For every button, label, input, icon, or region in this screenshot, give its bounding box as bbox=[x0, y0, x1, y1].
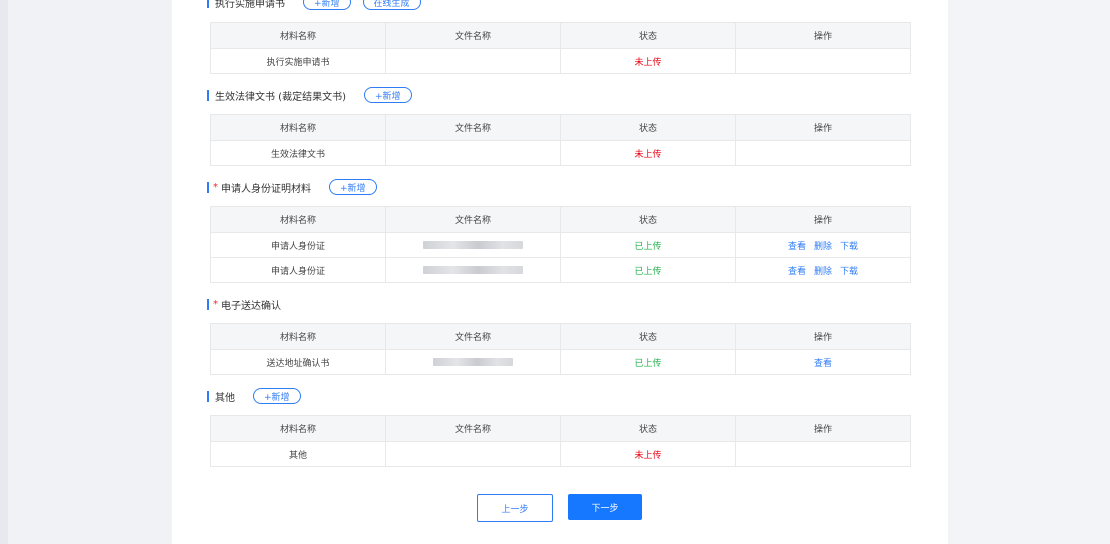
material-name: 生效法律文书 bbox=[210, 140, 386, 166]
section-marker bbox=[207, 181, 209, 193]
view-link[interactable]: 查看 bbox=[814, 359, 832, 369]
view-link[interactable]: 查看 bbox=[788, 242, 806, 252]
table-header-row: 材料名称 文件名称 状态 操作 bbox=[210, 206, 911, 233]
table-row: 生效法律文书 未上传 bbox=[210, 140, 911, 166]
header-actions: 操作 bbox=[735, 415, 911, 442]
actions-cell: 查看 删除 下载 bbox=[735, 257, 911, 283]
header-material-name: 材料名称 bbox=[210, 206, 386, 233]
section-header-applicant-id: * 申请人身份证明材料 +新增 bbox=[207, 178, 377, 196]
section-title: 执行实施申请书 bbox=[215, 0, 285, 10]
left-gutter bbox=[0, 0, 8, 544]
material-name: 执行实施申请书 bbox=[210, 48, 386, 74]
right-panel bbox=[948, 0, 1110, 544]
material-name: 送达地址确认书 bbox=[210, 349, 386, 375]
section-marker bbox=[207, 298, 209, 310]
table-row: 申请人身份证 已上传 查看 删除 下载 bbox=[210, 232, 911, 258]
actions-cell: 查看 bbox=[735, 349, 911, 375]
view-link[interactable]: 查看 bbox=[788, 267, 806, 277]
status-cell: 已上传 bbox=[560, 349, 736, 375]
section-title: 生效法律文书 (裁定结果文书) bbox=[215, 91, 346, 103]
applicant-id-table: 材料名称 文件名称 状态 操作 申请人身份证 已上传 查看 删除 下载 申请人身份证… bbox=[210, 206, 911, 283]
add-legal-document-button[interactable]: +新增 bbox=[363, 87, 412, 103]
redacted-filename bbox=[423, 240, 523, 249]
redacted-filename bbox=[423, 265, 523, 274]
status-cell: 未上传 bbox=[560, 441, 736, 467]
status-cell: 已上传 bbox=[560, 232, 736, 258]
section-title: 其他 bbox=[215, 392, 235, 404]
legal-document-table: 材料名称 文件名称 状态 操作 生效法律文书 未上传 bbox=[210, 114, 911, 166]
section-marker bbox=[207, 390, 209, 402]
required-mark: * bbox=[213, 181, 218, 193]
status-cell: 未上传 bbox=[560, 140, 736, 166]
section-header-e-service: * 电子送达确认 bbox=[207, 295, 281, 313]
header-actions: 操作 bbox=[735, 114, 911, 141]
header-status: 状态 bbox=[560, 114, 736, 141]
table-row: 执行实施申请书 未上传 bbox=[210, 48, 911, 74]
header-status: 状态 bbox=[560, 415, 736, 442]
header-status: 状态 bbox=[560, 323, 736, 350]
required-mark: * bbox=[213, 298, 218, 310]
section-header-other: 其他 +新增 bbox=[207, 387, 301, 405]
other-table: 材料名称 文件名称 状态 操作 其他 未上传 bbox=[210, 415, 911, 467]
header-material-name: 材料名称 bbox=[210, 114, 386, 141]
header-file-name: 文件名称 bbox=[385, 323, 561, 350]
material-name: 其他 bbox=[210, 441, 386, 467]
table-header-row: 材料名称 文件名称 状态 操作 bbox=[210, 22, 911, 49]
header-actions: 操作 bbox=[735, 206, 911, 233]
header-actions: 操作 bbox=[735, 323, 911, 350]
next-step-button[interactable]: 下一步 bbox=[568, 494, 642, 520]
download-link[interactable]: 下载 bbox=[840, 267, 858, 277]
actions-cell: 查看 删除 下载 bbox=[735, 232, 911, 258]
delete-link[interactable]: 删除 bbox=[814, 242, 832, 252]
status-cell: 未上传 bbox=[560, 48, 736, 74]
section-marker bbox=[207, 89, 209, 101]
header-file-name: 文件名称 bbox=[385, 114, 561, 141]
header-material-name: 材料名称 bbox=[210, 415, 386, 442]
add-application-button[interactable]: +新增 bbox=[303, 0, 351, 10]
delete-link[interactable]: 删除 bbox=[814, 267, 832, 277]
section-marker bbox=[207, 0, 209, 8]
file-name bbox=[385, 349, 561, 375]
file-name bbox=[385, 441, 561, 467]
generate-online-button[interactable]: 在线生成 bbox=[362, 0, 421, 10]
table-row: 送达地址确认书 已上传 查看 bbox=[210, 349, 911, 375]
table-header-row: 材料名称 文件名称 状态 操作 bbox=[210, 114, 911, 141]
section-header-legal-document: 生效法律文书 (裁定结果文书) +新增 bbox=[207, 86, 412, 104]
actions-cell bbox=[735, 441, 911, 467]
table-row: 申请人身份证 已上传 查看 删除 下载 bbox=[210, 257, 911, 283]
file-name bbox=[385, 257, 561, 283]
table-header-row: 材料名称 文件名称 状态 操作 bbox=[210, 415, 911, 442]
table-header-row: 材料名称 文件名称 状态 操作 bbox=[210, 323, 911, 350]
header-material-name: 材料名称 bbox=[210, 22, 386, 49]
actions-cell bbox=[735, 140, 911, 166]
section-header-application: 执行实施申请书 +新增 在线生成 bbox=[207, 0, 421, 11]
status-cell: 已上传 bbox=[560, 257, 736, 283]
download-link[interactable]: 下载 bbox=[840, 242, 858, 252]
page: 执行实施申请书 +新增 在线生成 材料名称 文件名称 状态 操作 执行实施申请书… bbox=[0, 0, 1110, 544]
materials-card: 执行实施申请书 +新增 在线生成 材料名称 文件名称 状态 操作 执行实施申请书… bbox=[172, 0, 948, 544]
file-name bbox=[385, 232, 561, 258]
header-status: 状态 bbox=[560, 22, 736, 49]
add-other-button[interactable]: +新增 bbox=[253, 388, 301, 404]
header-file-name: 文件名称 bbox=[385, 22, 561, 49]
section-title: 电子送达确认 bbox=[221, 300, 281, 312]
actions-cell bbox=[735, 48, 911, 74]
add-applicant-id-button[interactable]: +新增 bbox=[329, 179, 377, 195]
file-name bbox=[385, 48, 561, 74]
section-title: 申请人身份证明材料 bbox=[221, 183, 311, 195]
application-table: 材料名称 文件名称 状态 操作 执行实施申请书 未上传 bbox=[210, 22, 911, 74]
header-file-name: 文件名称 bbox=[385, 206, 561, 233]
redacted-filename bbox=[433, 357, 513, 366]
table-row: 其他 未上传 bbox=[210, 441, 911, 467]
file-name bbox=[385, 140, 561, 166]
header-file-name: 文件名称 bbox=[385, 415, 561, 442]
material-name: 申请人身份证 bbox=[210, 257, 386, 283]
header-status: 状态 bbox=[560, 206, 736, 233]
e-service-table: 材料名称 文件名称 状态 操作 送达地址确认书 已上传 查看 bbox=[210, 323, 911, 375]
header-actions: 操作 bbox=[735, 22, 911, 49]
material-name: 申请人身份证 bbox=[210, 232, 386, 258]
header-material-name: 材料名称 bbox=[210, 323, 386, 350]
previous-step-button[interactable]: 上一步 bbox=[477, 494, 553, 522]
